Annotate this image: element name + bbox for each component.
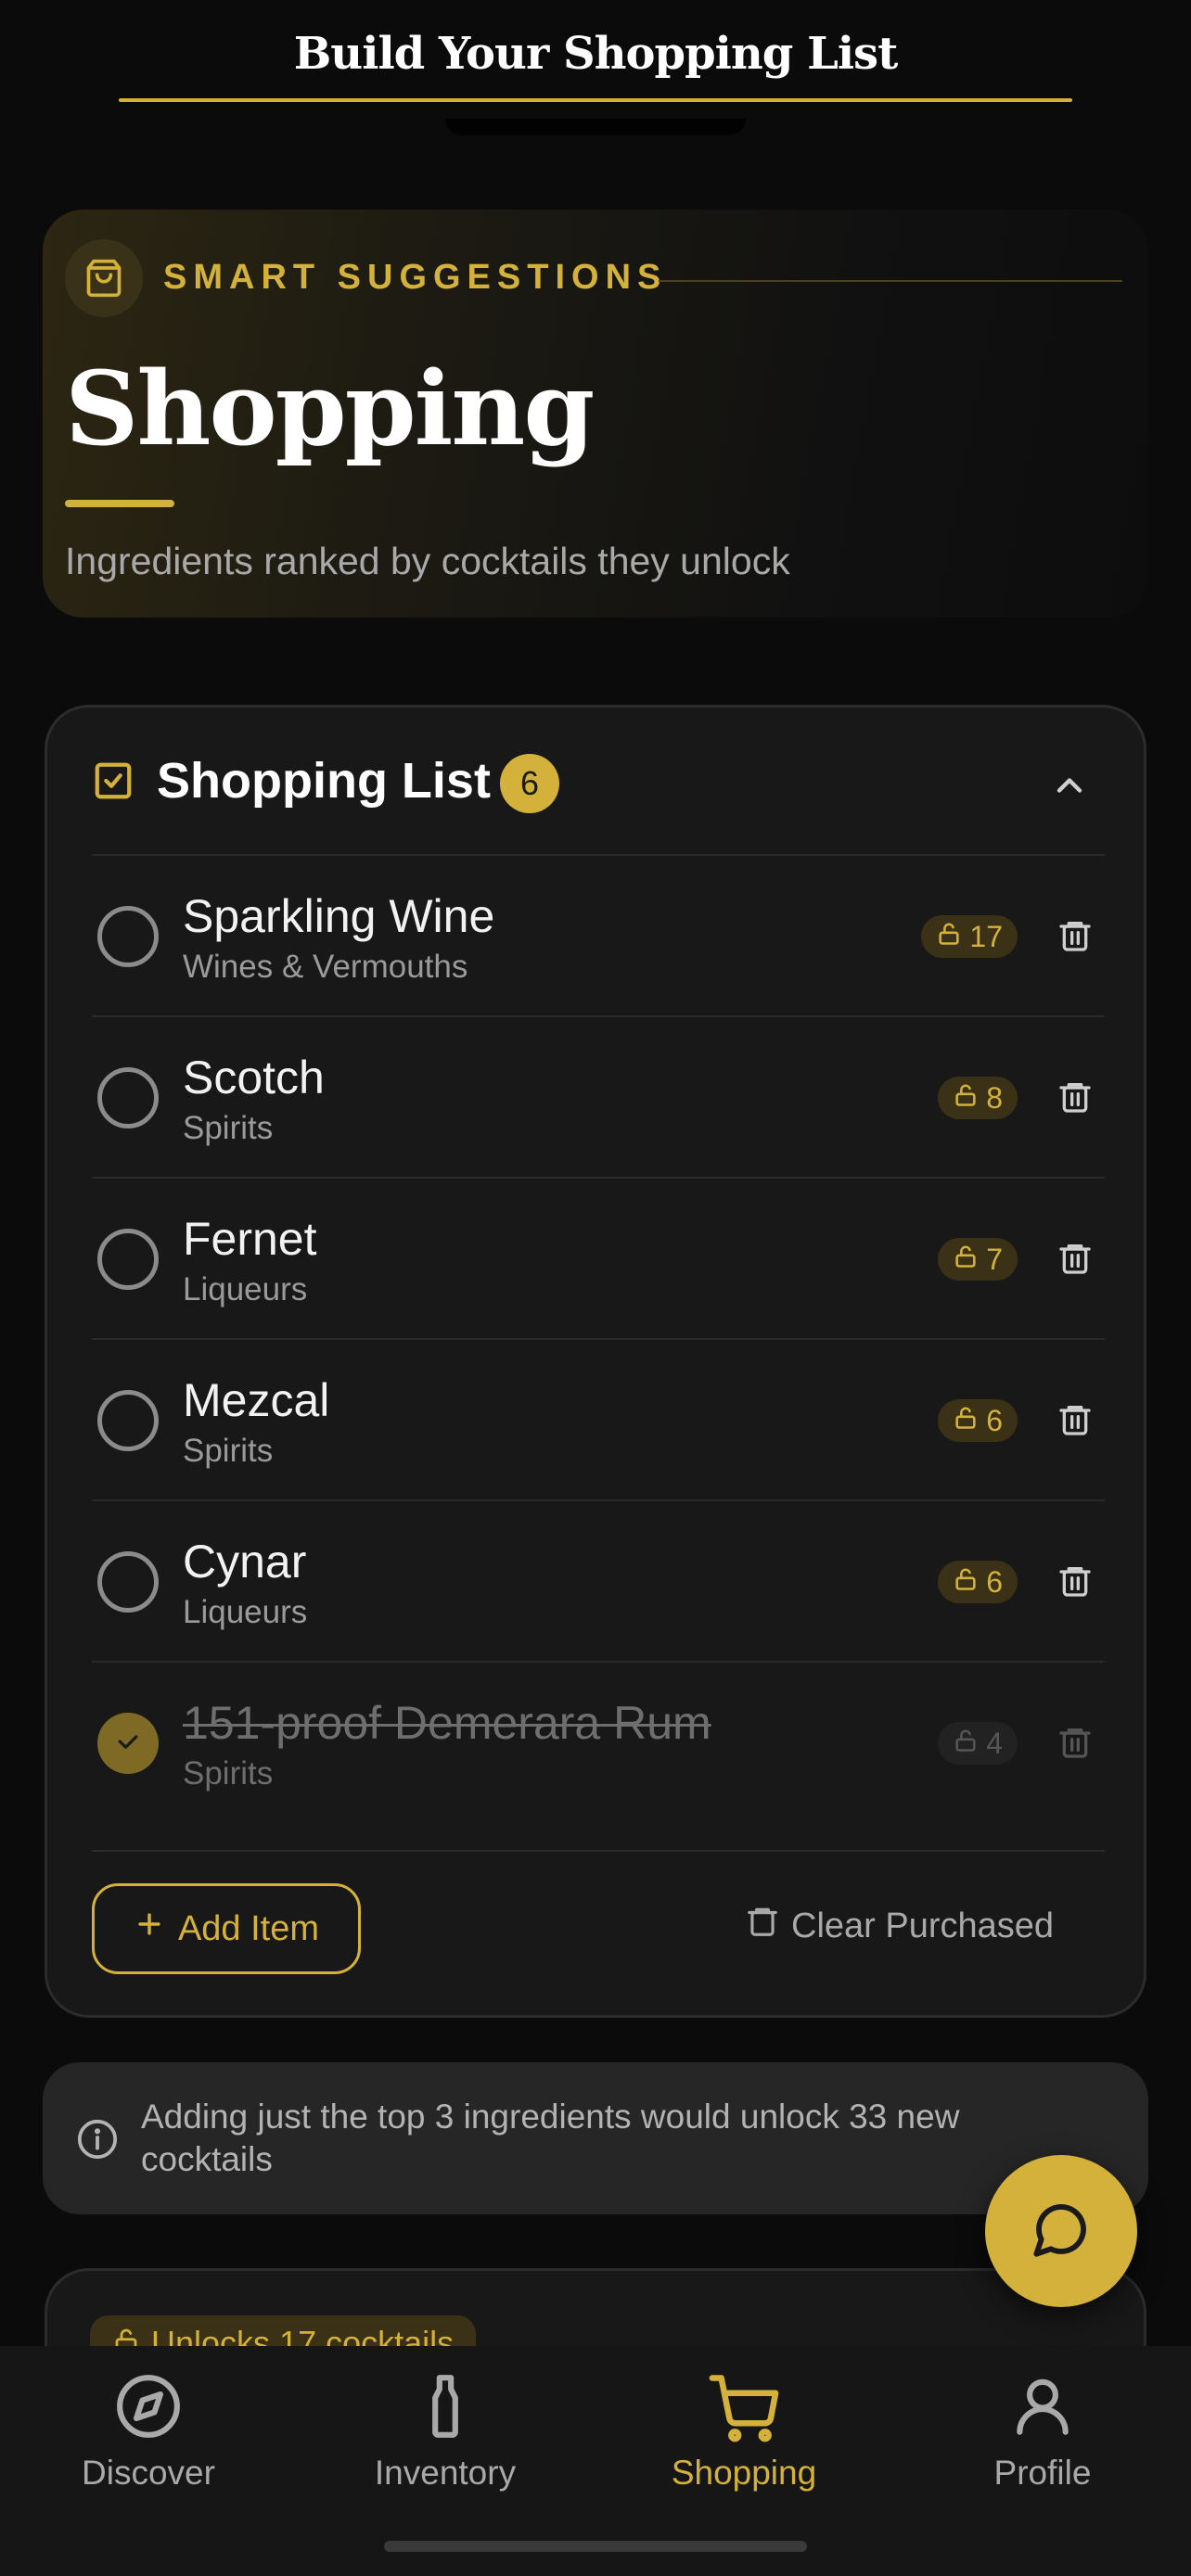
- tab-label: Shopping: [671, 2454, 817, 2492]
- clear-purchased-label: Clear Purchased: [791, 1906, 1055, 1945]
- unlock-count: 17: [969, 919, 1003, 953]
- tab-inventory[interactable]: Inventory: [334, 2365, 557, 2504]
- unlock-count: 6: [986, 1564, 1003, 1599]
- trash-icon[interactable]: [1057, 917, 1094, 959]
- chat-bubble-icon: [1031, 2200, 1091, 2264]
- header-shadow: [445, 119, 746, 135]
- chevron-up-icon[interactable]: [1049, 765, 1090, 810]
- purchase-toggle[interactable]: [97, 1390, 159, 1451]
- tab-label: Inventory: [374, 2454, 517, 2492]
- trash-icon[interactable]: [1057, 1562, 1094, 1604]
- item-name: 151-proof Demerara Rum: [183, 1697, 711, 1749]
- lock-open-icon: [953, 1727, 979, 1761]
- hero-title: Shopping: [65, 349, 595, 468]
- unlock-badge: 7: [938, 1238, 1018, 1281]
- hero-rule: [659, 280, 1122, 282]
- hero-accent-bar: [65, 500, 174, 507]
- compass-icon: [37, 2372, 260, 2441]
- unlock-badge: 17: [921, 915, 1018, 958]
- plus-icon: [134, 1908, 165, 1949]
- list-item: Fernet Liqueurs 7: [47, 1179, 1144, 1338]
- hero-card: SMART SUGGESTIONS Shopping Ingredients r…: [43, 210, 1148, 618]
- tab-label: Profile: [993, 2454, 1092, 2492]
- purchase-toggle[interactable]: [97, 1713, 159, 1774]
- trash-icon[interactable]: [1057, 1724, 1094, 1766]
- divider: [92, 1850, 1105, 1852]
- item-category: Liqueurs: [183, 1271, 308, 1307]
- trash-icon: [745, 1904, 780, 1948]
- item-name: Fernet: [183, 1213, 317, 1265]
- checkbox-square-icon: [92, 759, 134, 807]
- lock-open-icon: [953, 1243, 979, 1277]
- trash-icon[interactable]: [1057, 1401, 1094, 1443]
- shopping-list-title: Shopping List: [157, 753, 491, 809]
- hero-kicker: SMART SUGGESTIONS: [163, 258, 668, 297]
- list-item: Scotch Spirits 8: [47, 1017, 1144, 1177]
- tab-profile[interactable]: Profile: [931, 2365, 1154, 2504]
- tab-discover[interactable]: Discover: [37, 2365, 260, 2504]
- item-name: Mezcal: [183, 1374, 330, 1426]
- purchase-toggle[interactable]: [97, 1551, 159, 1613]
- unlock-count: 6: [986, 1403, 1003, 1437]
- trash-icon[interactable]: [1057, 1240, 1094, 1282]
- cart-icon: [633, 2372, 855, 2444]
- add-item-button[interactable]: Add Item: [92, 1883, 361, 1974]
- add-item-label: Add Item: [177, 1908, 320, 1948]
- shopping-list-header[interactable]: Shopping List 6: [47, 708, 1144, 856]
- item-category: Spirits: [183, 1110, 274, 1146]
- item-category: Spirits: [183, 1755, 274, 1792]
- info-icon: [76, 2118, 119, 2165]
- list-item: Sparkling Wine Wines & Vermouths 17: [47, 856, 1144, 1015]
- lock-open-icon: [953, 1081, 979, 1116]
- tab-shopping[interactable]: Shopping: [633, 2365, 855, 2504]
- chat-button[interactable]: [985, 2155, 1137, 2307]
- list-item: Mezcal Spirits 6: [47, 1340, 1144, 1499]
- item-category: Liqueurs: [183, 1594, 308, 1630]
- item-category: Spirits: [183, 1433, 274, 1469]
- page-header-title: Build Your Shopping List: [293, 28, 899, 80]
- clear-purchased-button[interactable]: Clear Purchased: [745, 1904, 1054, 1948]
- item-name: Sparkling Wine: [183, 890, 495, 942]
- item-name: Scotch: [183, 1052, 325, 1103]
- purchase-toggle[interactable]: [97, 906, 159, 967]
- list-item: 151-proof Demerara Rum Spirits 4: [47, 1663, 1144, 1822]
- shopping-bag-icon: [65, 239, 143, 317]
- unlock-badge: 4: [938, 1722, 1018, 1765]
- item-category: Wines & Vermouths: [183, 949, 468, 985]
- home-indicator: [384, 2541, 807, 2552]
- unlock-count: 7: [986, 1242, 1003, 1276]
- user-icon: [931, 2372, 1154, 2441]
- shopping-list-count-badge: 6: [500, 754, 559, 813]
- lock-open-icon: [953, 1565, 979, 1600]
- tab-label: Discover: [82, 2454, 215, 2492]
- unlock-badge: 6: [938, 1561, 1018, 1603]
- unlock-badge: 8: [938, 1077, 1018, 1119]
- item-name: Cynar: [183, 1536, 307, 1588]
- unlock-badge: 6: [938, 1399, 1018, 1442]
- tip-card: Adding just the top 3 ingredients would …: [43, 2062, 1148, 2214]
- unlock-count: 8: [986, 1080, 1003, 1115]
- bottle-icon: [334, 2372, 557, 2441]
- purchase-toggle[interactable]: [97, 1067, 159, 1129]
- trash-icon[interactable]: [1057, 1078, 1094, 1120]
- tip-text: Adding just the top 3 ingredients would …: [141, 2098, 960, 2178]
- lock-open-icon: [953, 1404, 979, 1438]
- purchase-toggle[interactable]: [97, 1229, 159, 1290]
- unlock-count: 4: [986, 1726, 1003, 1760]
- lock-open-icon: [936, 920, 962, 954]
- checkmark-icon: [114, 1728, 142, 1760]
- hero-subtitle: Ingredients ranked by cocktails they unl…: [65, 540, 790, 582]
- top-header: Build Your Shopping List: [0, 0, 1191, 213]
- header-underline: [119, 98, 1072, 102]
- shopping-list-card: Shopping List 6 Sparkling Wine Wines & V…: [45, 705, 1146, 2018]
- list-item: Cynar Liqueurs 6: [47, 1501, 1144, 1661]
